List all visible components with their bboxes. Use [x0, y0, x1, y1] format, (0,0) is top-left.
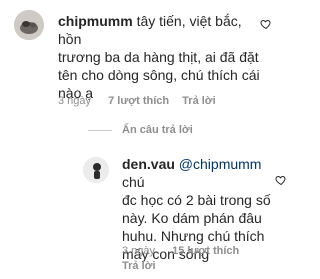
reply-meta: 3 ngày 15 lượt thích Trả lời — [122, 245, 287, 272]
hide-replies-divider — [88, 130, 112, 131]
comment-body: chipmumm tây tiến, việt bắc, hồn trương … — [58, 12, 263, 102]
comment-avatar[interactable] — [14, 10, 44, 40]
comment-likes-count[interactable]: 7 lượt thích — [108, 95, 169, 107]
reply-reply-button[interactable]: Trả lời — [122, 260, 156, 272]
reply-like-heart-icon[interactable] — [275, 174, 287, 186]
comment-text-line-2: trương ba da hàng thịt, ai đã đặt — [58, 49, 259, 65]
reply-text-line-1: chú — [122, 174, 145, 190]
reply-text-line-4: huhu. Nhưng chú thích — [122, 228, 265, 244]
comment-timestamp[interactable]: 3 ngày — [58, 95, 91, 107]
reply-avatar[interactable] — [83, 157, 109, 183]
avatar-photo — [14, 10, 44, 40]
reply-text-line-3: này. Ko dám phán đâu — [122, 210, 262, 226]
reply-mention[interactable]: @chipmumm — [179, 156, 262, 172]
reply-username[interactable]: den.vau — [122, 156, 175, 172]
reply-timestamp[interactable]: 3 ngày — [122, 245, 155, 257]
reply-likes-count[interactable]: 15 lượt thích — [172, 245, 239, 257]
hide-replies-button[interactable]: Ẩn câu trả lời — [122, 124, 193, 136]
comment-like-heart-icon[interactable] — [260, 18, 272, 30]
comment-username[interactable]: chipmumm — [58, 13, 133, 29]
comment-reply-button[interactable]: Trả lời — [182, 95, 216, 107]
comment-meta: 3 ngày 7 lượt thích Trả lời — [58, 95, 216, 107]
reply-text-line-2: đc học có 2 bài trong số — [122, 192, 271, 208]
comment-text-line-3: tên cho dòng sông, chú thích cái — [58, 67, 260, 83]
avatar-photo — [83, 157, 109, 183]
